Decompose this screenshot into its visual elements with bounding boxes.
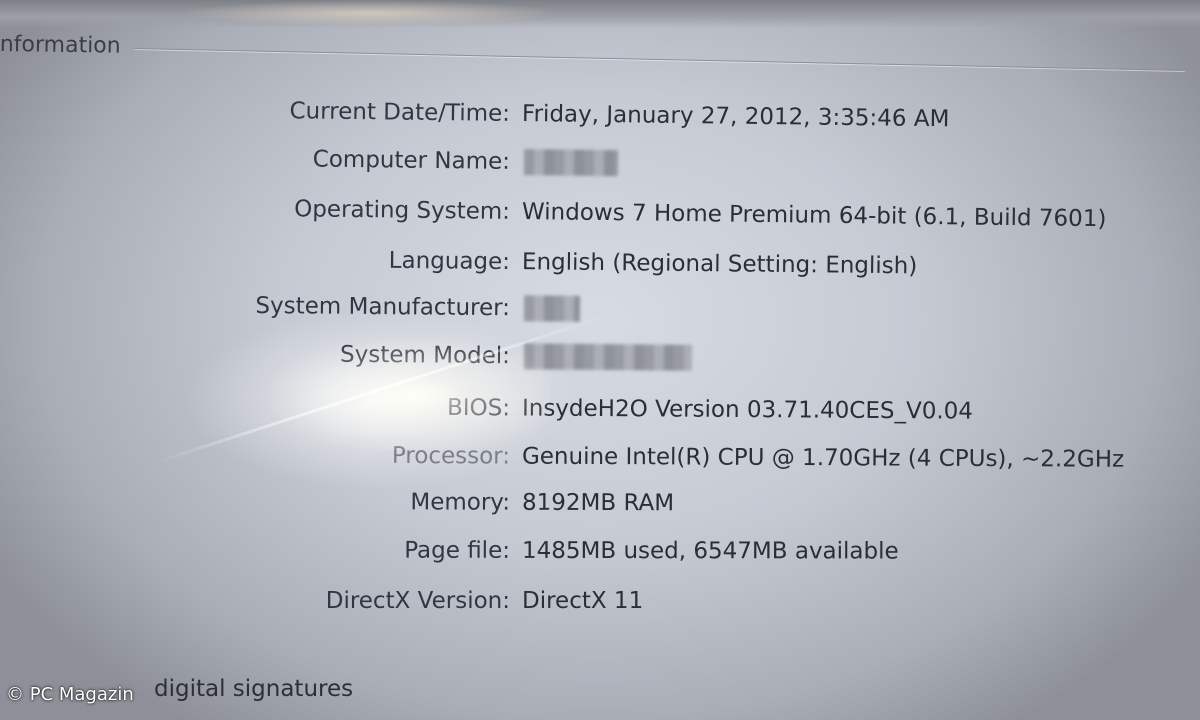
info-value: DirectX 11 xyxy=(522,588,644,614)
info-label: DirectX Version: xyxy=(325,588,510,614)
info-row-operating-system: Operating System: Windows 7 Home Premium… xyxy=(0,189,1200,238)
info-label: Page file: xyxy=(404,537,511,564)
group-box-border xyxy=(134,48,1185,71)
redacted-value xyxy=(523,295,581,322)
info-value: Windows 7 Home Premium 64-bit (6.1, Buil… xyxy=(521,199,1107,233)
info-label: System Manufacturer: xyxy=(255,292,511,322)
info-value: English (Regional Setting: English) xyxy=(521,249,918,280)
info-row-directx-version: DirectX Version: DirectX 11 xyxy=(0,584,1200,618)
info-row-memory: Memory: 8192MB RAM xyxy=(0,484,1200,522)
info-value: 1485MB used, 6547MB available xyxy=(521,537,899,565)
screen-glare xyxy=(180,0,560,26)
info-label: Processor: xyxy=(391,442,511,470)
info-row-computer-name: Computer Name: xyxy=(0,139,1200,188)
info-row-page-file: Page file: 1485MB used, 6547MB available xyxy=(0,533,1200,569)
info-label: BIOS: xyxy=(446,394,511,422)
info-value: Friday, January 27, 2012, 3:35:46 AM xyxy=(521,101,950,133)
info-row-language: Language: English (Regional Setting: Eng… xyxy=(0,240,1200,287)
info-value: InsydeH2O Version 03.71.40CES_V0.04 xyxy=(521,395,974,425)
info-label: Computer Name: xyxy=(312,146,511,175)
redacted-value xyxy=(523,343,693,371)
checkbox-label-text: digital signatures xyxy=(154,676,354,702)
info-label: Memory: xyxy=(410,489,511,516)
info-label: Operating System: xyxy=(294,196,511,225)
info-row-system-manufacturer: System Manufacturer: xyxy=(0,287,1200,331)
info-value: 8192MB RAM xyxy=(521,489,675,517)
info-label: System Model: xyxy=(340,341,511,370)
redacted-value xyxy=(523,149,619,177)
info-row-bios: BIOS: InsydeH2O Version 03.71.40CES_V0.0… xyxy=(0,388,1200,430)
info-label: Language: xyxy=(388,247,511,276)
group-box-title: nformation xyxy=(0,32,121,59)
info-row-datetime: Current Date/Time: Friday, January 27, 2… xyxy=(0,91,1200,140)
info-row-processor: Processor: Genuine Intel(R) CPU @ 1.70GH… xyxy=(0,437,1200,477)
info-row-system-model: System Model: xyxy=(0,335,1200,379)
watermark: © PC Magazin xyxy=(6,684,134,705)
info-label: Current Date/Time: xyxy=(289,98,511,127)
info-value: Genuine Intel(R) CPU @ 1.70GHz (4 CPUs),… xyxy=(521,443,1125,473)
